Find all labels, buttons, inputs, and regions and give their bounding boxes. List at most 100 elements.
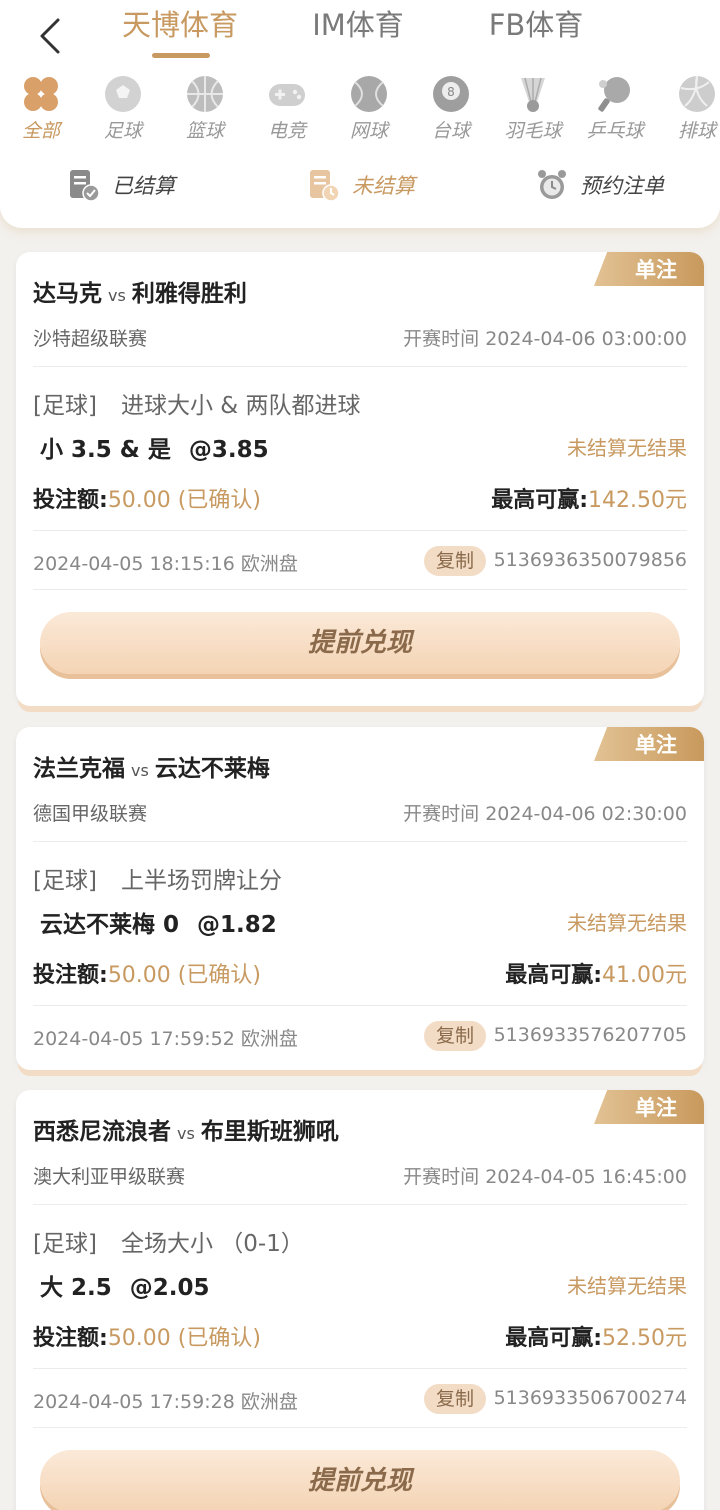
sport-item-all[interactable]: 全部 — [0, 72, 82, 146]
max-win-value: 41.00元 — [602, 963, 687, 988]
bet-time: 2024-04-05 17:59:28 欧洲盘 — [33, 1391, 298, 1413]
tab-fb-sports[interactable]: FB体育 — [484, 2, 588, 42]
sport-item-tennis[interactable]: 网球 — [328, 72, 410, 146]
sport-label: 全部 — [21, 120, 60, 142]
league-name: 沙特超级联赛 — [33, 328, 148, 350]
order-number: 5136933506700274 — [493, 1387, 687, 1409]
sport-item-billiards[interactable]: 8 台球 — [410, 72, 492, 146]
divider — [33, 1204, 687, 1205]
sport-item-table-tennis[interactable]: 乒乓球 — [574, 72, 656, 146]
sport-item-volleyball[interactable]: 排球 — [656, 72, 720, 146]
bet-type-badge: 单注 — [594, 1090, 704, 1124]
market: [足球] 上半场罚牌让分 — [33, 861, 282, 895]
chevron-left-icon — [40, 18, 60, 54]
tab-settled[interactable]: 已结算 — [68, 166, 175, 204]
bet-card: 单注 达马克 vs 利雅得胜利 沙特超级联赛 开赛时间 2024-04-06 03:… — [16, 252, 704, 706]
copy-button[interactable]: 复制 — [424, 546, 486, 576]
cash-out-button[interactable]: 提前兑现 — [40, 612, 680, 674]
divider — [33, 1368, 687, 1369]
max-win-label: 最高可赢: — [491, 488, 589, 513]
league-name: 德国甲级联赛 — [33, 803, 148, 825]
stake: 投注额:50.00 (已确认) — [33, 957, 261, 989]
vs-label: vs — [177, 1124, 195, 1143]
vs-label: vs — [108, 286, 126, 305]
alarm-clock-icon — [538, 170, 566, 199]
tab-tianbo-sports[interactable]: 天博体育 — [118, 2, 242, 42]
back-button[interactable] — [30, 14, 70, 58]
stake-value: 50.00 (已确认) — [107, 1326, 261, 1351]
top-header: 天博体育 IM体育 FB体育 全部 足球 篮球 电竞 网球 8 台球 羽毛球 乒… — [0, 0, 720, 228]
away-team: 布里斯班狮吼 — [200, 1119, 339, 1145]
tab-scheduled-bets[interactable]: 预约注单 — [536, 166, 664, 204]
svg-text:8: 8 — [447, 85, 455, 99]
home-team: 法兰克福 — [33, 756, 125, 782]
stake-label: 投注额: — [33, 1326, 108, 1351]
sport-label: 羽毛球 — [504, 120, 562, 142]
selection: 大 2.5 @2.05 — [40, 1268, 210, 1302]
divider — [33, 1005, 687, 1006]
gamepad-icon — [269, 84, 305, 106]
selection: 云达不莱梅 0 @1.82 — [40, 905, 277, 939]
match-start-time: 开赛时间 2024-04-05 16:45:00 — [403, 1166, 687, 1188]
sport-label: 排球 — [677, 120, 716, 142]
sport-filter-row: 全部 足球 篮球 电竞 网球 8 台球 羽毛球 乒乓球 排球 — [0, 72, 720, 146]
selection-name: 小 3.5 & 是 — [40, 437, 171, 463]
selection-name: 大 2.5 — [40, 1275, 112, 1301]
sport-label: 台球 — [431, 120, 470, 142]
odds: @3.85 — [188, 437, 269, 463]
bet-type-badge: 单注 — [594, 727, 704, 761]
home-team: 达马克 — [33, 281, 102, 307]
league-name: 澳大利亚甲级联赛 — [33, 1166, 186, 1188]
clover-icon — [24, 77, 58, 111]
stake-value: 50.00 (已确认) — [107, 963, 261, 988]
sport-tag: [足球] — [33, 393, 97, 419]
sport-item-badminton[interactable]: 羽毛球 — [492, 72, 574, 146]
active-tab-indicator — [152, 53, 210, 58]
result-status: 未结算无结果 — [567, 911, 687, 935]
market-name: 进球大小 & 两队都进球 — [120, 393, 361, 419]
cash-out-button[interactable]: 提前兑现 — [40, 1450, 680, 1510]
sport-item-esports[interactable]: 电竞 — [246, 72, 328, 146]
max-win-value: 52.50元 — [602, 1326, 687, 1351]
vs-label: vs — [131, 761, 149, 780]
volleyball-icon — [679, 75, 715, 112]
basketball-icon — [187, 76, 223, 112]
divider — [33, 1427, 687, 1428]
shuttlecock-icon — [521, 77, 545, 112]
copy-button[interactable]: 复制 — [424, 1384, 486, 1414]
selection-name: 云达不莱梅 0 — [40, 912, 180, 938]
sport-item-basketball[interactable]: 篮球 — [164, 72, 246, 146]
result-status: 未结算无结果 — [567, 436, 687, 460]
odds: @1.82 — [197, 912, 277, 938]
selection: 小 3.5 & 是 @3.85 — [40, 430, 269, 464]
market: [足球] 进球大小 & 两队都进球 — [33, 386, 361, 420]
tab-unsettled[interactable]: 未结算 — [308, 166, 415, 204]
odds: @2.05 — [129, 1275, 210, 1301]
sport-label: 电竞 — [267, 120, 306, 142]
match-start-time: 开赛时间 2024-04-06 03:00:00 — [403, 328, 687, 350]
divider — [33, 530, 687, 531]
divider — [33, 841, 687, 842]
away-team: 云达不莱梅 — [154, 756, 270, 782]
match-title: 达马克 vs 利雅得胜利 — [33, 274, 247, 308]
stake: 投注额:50.00 (已确认) — [33, 482, 261, 514]
market-name: 上半场罚牌让分 — [120, 868, 282, 894]
sport-label: 足球 — [103, 120, 142, 142]
tab-label: 未结算 — [352, 174, 415, 198]
match-title: 法兰克福 vs 云达不莱梅 — [33, 749, 270, 783]
order-number: 5136936350079856 — [493, 549, 687, 571]
max-win: 最高可赢:52.50元 — [505, 1320, 687, 1352]
tab-im-sports[interactable]: IM体育 — [306, 2, 410, 42]
bet-card: 单注 法兰克福 vs 云达不莱梅 德国甲级联赛 开赛时间 2024-04-06 02… — [16, 727, 704, 1070]
soccer-ball-icon — [105, 76, 141, 112]
stake-label: 投注额: — [33, 488, 108, 513]
divider — [33, 366, 687, 367]
max-win: 最高可赢:41.00元 — [505, 957, 687, 989]
match-title: 西悉尼流浪者 vs 布里斯班狮吼 — [33, 1112, 339, 1146]
result-status: 未结算无结果 — [567, 1274, 687, 1298]
sport-item-soccer[interactable]: 足球 — [82, 72, 164, 146]
order-number: 5136933576207705 — [493, 1024, 687, 1046]
sport-tag: [足球] — [33, 1231, 97, 1257]
copy-button[interactable]: 复制 — [424, 1021, 486, 1051]
max-win-label: 最高可赢: — [505, 963, 603, 988]
